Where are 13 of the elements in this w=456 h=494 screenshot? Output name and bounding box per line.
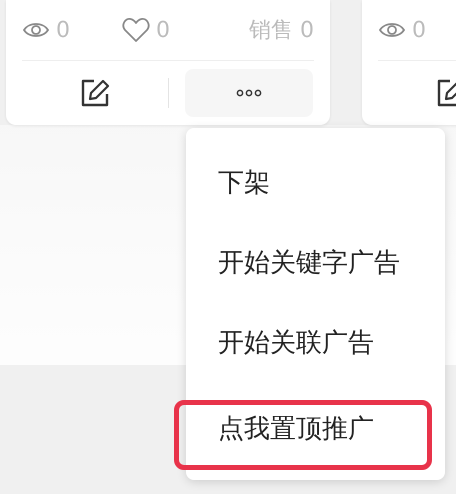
eye-icon [22, 20, 50, 40]
view-count: 0 [412, 18, 426, 42]
menu-item[interactable]: 点我置顶推广 [186, 388, 445, 468]
view-count: 0 [56, 18, 70, 42]
more-icon [236, 89, 262, 97]
sales-count: 销售 0 [249, 17, 314, 45]
eye-icon [378, 20, 406, 40]
menu-item[interactable]: 开始关联广告 [186, 302, 445, 382]
menu-item[interactable]: 下架 [186, 142, 445, 222]
menu-item[interactable]: 开始关键字广告 [186, 222, 445, 302]
edit-icon[interactable] [80, 78, 110, 108]
heart-icon [122, 17, 150, 43]
like-count: 0 [156, 18, 170, 42]
